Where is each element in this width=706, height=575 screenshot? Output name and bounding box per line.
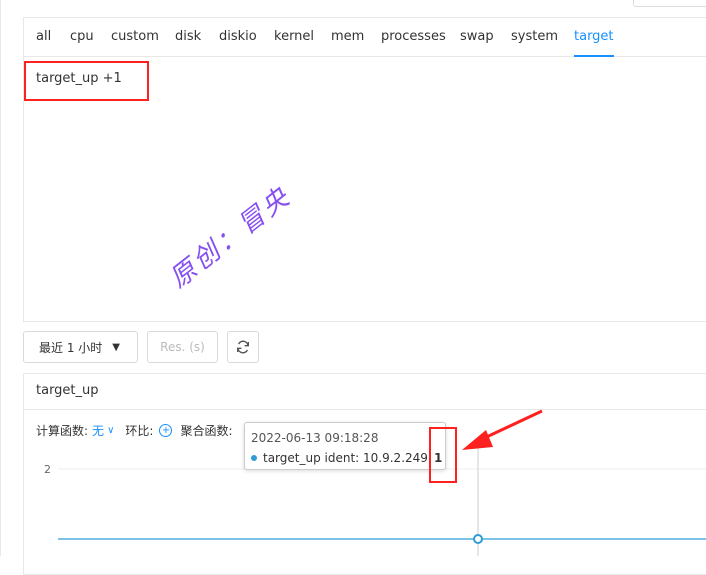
arrow-head	[462, 430, 493, 450]
annotation-arrow	[462, 409, 543, 450]
